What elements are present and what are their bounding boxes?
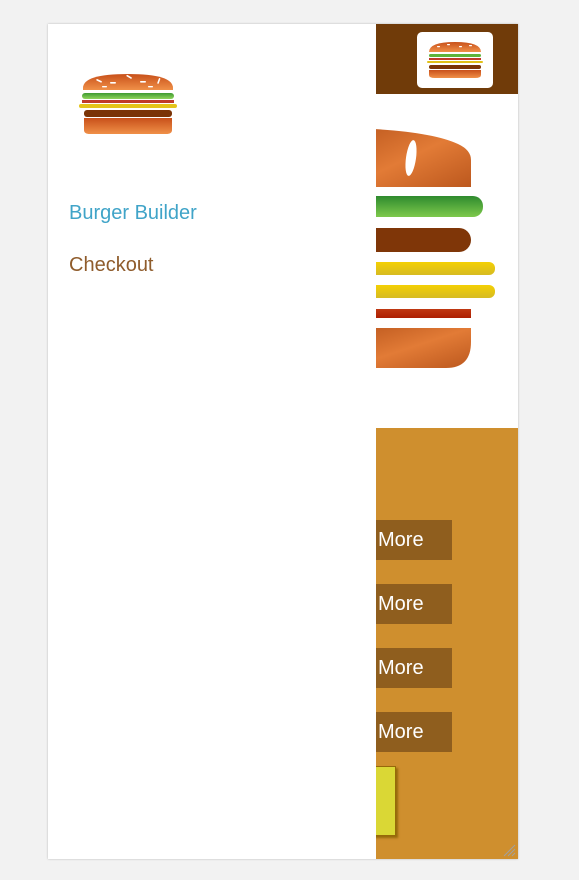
toolbar-logo[interactable] — [417, 32, 493, 88]
burger-logo-icon — [427, 42, 483, 78]
app-viewport: More More More More Burger Builder Check… — [48, 24, 518, 859]
nav-link-checkout[interactable]: Checkout — [69, 252, 154, 278]
resize-grip-icon[interactable] — [502, 843, 516, 857]
nav-list: Burger Builder Checkout — [69, 200, 197, 304]
nav-item-burger-builder: Burger Builder — [69, 200, 197, 252]
nav-link-burger-builder[interactable]: Burger Builder — [69, 200, 197, 226]
side-drawer: Burger Builder Checkout — [48, 24, 376, 859]
burger-logo-icon — [79, 74, 177, 134]
nav-item-checkout: Checkout — [69, 252, 197, 304]
drawer-logo[interactable] — [78, 72, 178, 140]
